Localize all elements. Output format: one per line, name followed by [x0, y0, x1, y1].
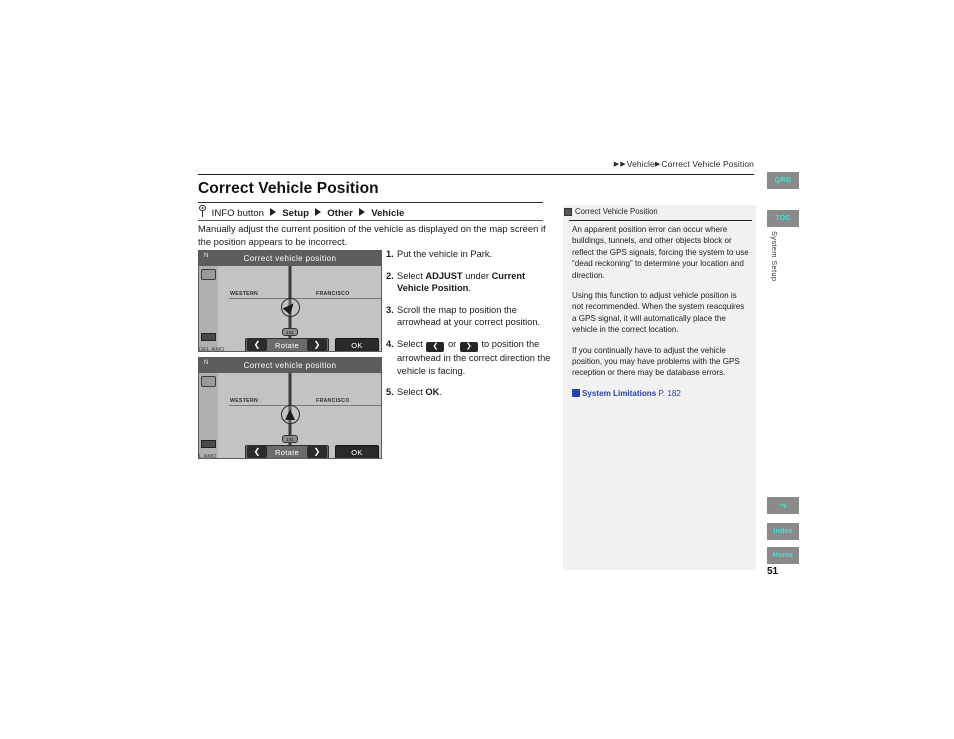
- step-text: Put the vehicle in Park.: [397, 249, 493, 259]
- side-note-paragraph: Using this function to adjust vehicle po…: [572, 291, 745, 335]
- menu-path-step-1: Setup: [282, 208, 309, 219]
- path-divider: [198, 220, 543, 221]
- rotate-left-button-2[interactable]: ❮: [247, 446, 267, 458]
- rotate-label: Rotate: [275, 340, 299, 350]
- side-note-body: An apparent position error can occur whe…: [572, 224, 750, 399]
- menu-path-button: INFO button: [211, 208, 264, 219]
- tab-qrg[interactable]: QRG: [767, 172, 799, 189]
- map-rail-icon-2[interactable]: [201, 376, 216, 387]
- step-number: 2.: [386, 270, 394, 281]
- intro-paragraph: Manually adjust the current position of …: [198, 223, 546, 248]
- step-number: 4.: [386, 338, 394, 349]
- step-item: 1. Put the vehicle in Park.: [386, 248, 551, 261]
- path-arrow-icon-2: [314, 208, 321, 216]
- reference-link[interactable]: System Limitations P. 182: [572, 388, 750, 399]
- nav-screenshot-2: Correct vehicle position WESTERN FRANCIS…: [198, 357, 382, 459]
- step-number: 3.: [386, 304, 394, 315]
- press-button-icon: [199, 205, 206, 217]
- nav-screenshot-1-map: WESTERN FRANCISCO 101 N DEL AMO ❮ Rotate…: [199, 253, 381, 351]
- highway-badge: 101: [282, 328, 298, 336]
- menu-path: INFO button Setup Other Vehicle: [198, 205, 558, 219]
- path-arrow-icon-3: [358, 208, 365, 216]
- breadcrumb: ▶▶Vehicle▶Correct Vehicle Position: [198, 159, 754, 169]
- breadcrumb-arrow-icon: ▶: [613, 161, 620, 168]
- step-text: Select OK.: [397, 387, 442, 398]
- nav-screenshot-2-title: Correct vehicle position: [199, 358, 381, 373]
- note-icon: [564, 208, 572, 216]
- side-note-header-text: Correct Vehicle Position: [575, 207, 658, 216]
- side-note-box: Correct Vehicle Position An apparent pos…: [563, 205, 756, 570]
- side-note-paragraph: If you continually have to adjust the ve…: [572, 345, 740, 378]
- nav-screenshot-1-title: Correct vehicle position: [199, 251, 381, 266]
- menu-path-step-3: Vehicle: [371, 208, 405, 219]
- map-road-label-left-2: WESTERN: [230, 398, 259, 404]
- vehicle-position-marker: [280, 298, 300, 317]
- reference-link-label: System Limitations: [582, 388, 659, 398]
- vehicle-arrowhead-icon-2: [285, 408, 295, 420]
- nav-screenshot-2-map: WESTERN FRANCISCO 101 N L AMO ❮ Rotate ❯…: [199, 360, 381, 458]
- tab-toc[interactable]: TOC: [767, 210, 799, 227]
- vehicle-position-marker-2: [280, 405, 300, 424]
- breadcrumb-arrow-icon-2: ▶: [620, 161, 626, 168]
- step-item: 3. Scroll the map to position the arrowhe…: [386, 304, 551, 329]
- breadcrumb-parent: Vehicle: [626, 159, 655, 169]
- header-divider: [198, 174, 754, 175]
- rotate-left-button[interactable]: ❮: [247, 339, 267, 351]
- step-number: 1.: [386, 249, 394, 259]
- step-text: Scroll the map to position the arrowhead…: [397, 304, 541, 328]
- step-text: Select ❮ or ❯ to position the arrowhead …: [397, 338, 551, 376]
- rotate-control-group[interactable]: ❮ Rotate ❯: [245, 338, 329, 351]
- map-road-horizontal: [229, 298, 381, 299]
- step-item: 2. Select ADJUST under Current Vehicle Po…: [386, 270, 551, 295]
- rotate-right-button[interactable]: ❯: [307, 339, 327, 351]
- map-rail-icon[interactable]: [201, 269, 216, 280]
- step-text: Select ADJUST under Current Vehicle Posi…: [397, 270, 526, 294]
- compass-icon-2: N: [204, 360, 209, 366]
- rotate-right-button-2[interactable]: ❯: [307, 446, 327, 458]
- map-road-label-right: FRANCISCO: [316, 291, 350, 297]
- side-note-paragraph: An apparent position error can occur whe…: [572, 225, 749, 280]
- rotate-label-2: Rotate: [275, 447, 299, 457]
- tab-map[interactable]: ⤳: [767, 497, 799, 514]
- reference-arrow-icon: [572, 388, 580, 397]
- ok-button-2[interactable]: OK: [335, 445, 379, 458]
- page-title: Correct Vehicle Position: [198, 180, 379, 197]
- nav-screenshot-1: Correct vehicle position WESTERN FRANCIS…: [198, 250, 382, 352]
- map-road-label-right-2: FRANCISCO: [316, 398, 350, 404]
- section-label-system-setup: System Setup: [770, 231, 779, 282]
- map-road-label-left: WESTERN: [230, 291, 259, 297]
- rotate-control-group-2[interactable]: ❮ Rotate ❯: [245, 445, 329, 458]
- step-list: 1. Put the vehicle in Park. 2. Select ADJUS…: [386, 248, 551, 408]
- menu-path-step-2: Other: [327, 208, 353, 219]
- step-number: 5.: [386, 387, 394, 398]
- page-number: 51: [767, 566, 779, 577]
- path-arrow-icon-1: [269, 208, 276, 216]
- map-route-icon: ⤳: [779, 500, 787, 510]
- ok-button[interactable]: OK: [335, 338, 379, 351]
- side-note-header: Correct Vehicle Position: [563, 205, 756, 219]
- highway-badge-2: 101: [282, 435, 298, 443]
- reference-page: P. 182: [658, 388, 681, 398]
- nav-screenshot-2-buttons: ❮ Rotate ❯ OK: [199, 444, 381, 458]
- breadcrumb-current: Correct Vehicle Position: [661, 159, 754, 169]
- tab-index[interactable]: Index: [767, 523, 799, 540]
- map-road-horizontal-2: [229, 405, 381, 406]
- breadcrumb-arrow-icon-3: ▶: [654, 161, 661, 168]
- nav-screenshot-1-buttons: ❮ Rotate ❯ OK: [199, 337, 381, 351]
- title-divider: [198, 202, 543, 203]
- manual-page: ▶▶Vehicle▶Correct Vehicle Position Corre…: [0, 0, 954, 739]
- tab-home[interactable]: Home: [767, 547, 799, 564]
- compass-icon: N: [204, 253, 209, 259]
- step-item: 4. Select ❮ or ❯ to position the arrowhea…: [386, 338, 551, 377]
- step-item: 5. Select OK.: [386, 386, 551, 399]
- side-note-divider: [569, 220, 752, 221]
- vehicle-arrowhead-icon: [282, 299, 298, 315]
